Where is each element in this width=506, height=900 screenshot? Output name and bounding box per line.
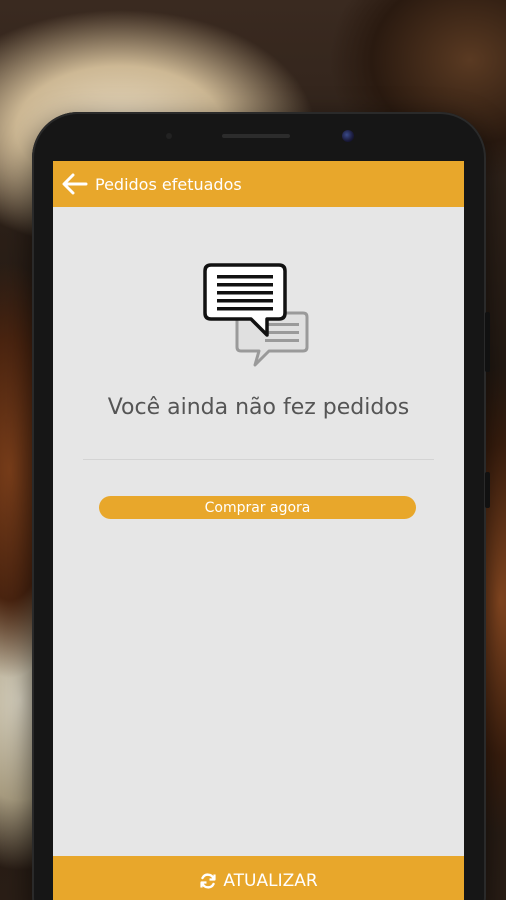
refresh-label: ATUALIZAR	[223, 871, 318, 891]
phone-frame: Pedidos efetuados Você ainda não fez ped…	[32, 112, 490, 900]
refresh-button[interactable]: ATUALIZAR	[53, 856, 464, 900]
phone-side-button	[485, 312, 490, 372]
arrow-left-icon	[62, 173, 88, 195]
phone-speaker	[222, 134, 290, 138]
back-button[interactable]	[57, 161, 93, 207]
divider	[83, 459, 434, 460]
buy-now-button[interactable]: Comprar agora	[99, 496, 416, 519]
phone-camera	[342, 130, 354, 142]
phone-sensor	[166, 133, 172, 139]
chat-bubbles-icon	[203, 263, 309, 367]
app-bar: Pedidos efetuados	[53, 161, 464, 207]
background-photo: Pedidos efetuados Você ainda não fez ped…	[0, 0, 506, 900]
refresh-icon	[199, 872, 217, 890]
empty-state-message: Você ainda não fez pedidos	[107, 395, 410, 420]
phone-side-button	[485, 472, 490, 508]
page-title: Pedidos efetuados	[95, 174, 242, 194]
app-screen: Pedidos efetuados Você ainda não fez ped…	[53, 161, 464, 900]
bottom-bar: ATUALIZAR	[53, 856, 464, 900]
